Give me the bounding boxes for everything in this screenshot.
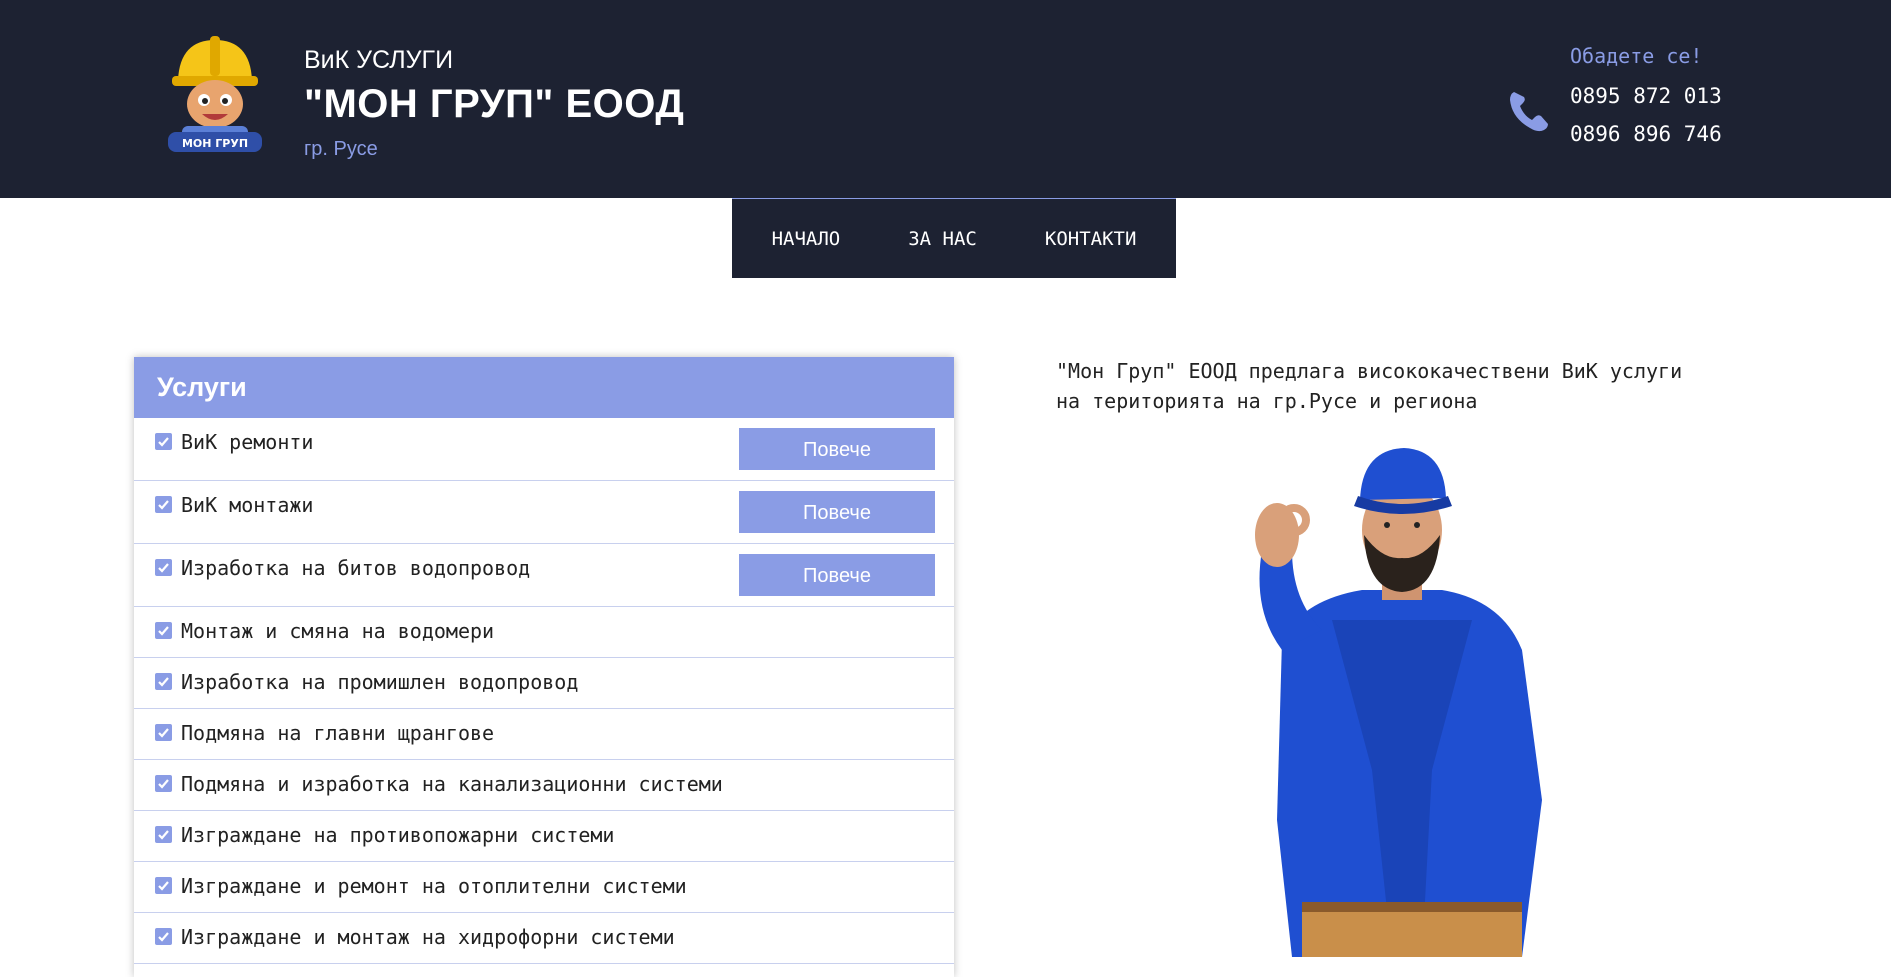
phone-icon	[1510, 92, 1548, 132]
checkbox-checked-icon	[155, 673, 172, 690]
checkbox-checked-icon	[155, 559, 172, 576]
nav-item-home[interactable]: НАЧАЛО	[738, 228, 875, 250]
main-nav: НАЧАЛО ЗА НАС КОНТАКТИ	[732, 198, 1176, 278]
phone-number-1[interactable]: 0895 872 013	[1570, 84, 1722, 108]
checkbox-checked-icon	[155, 724, 172, 741]
checkbox-checked-icon	[155, 928, 172, 945]
brand-city: гр. Русе	[304, 138, 378, 160]
brand-subtitle: ВиК УСЛУГИ	[304, 46, 454, 74]
service-row: Изграждане и монтаж на хидрофорни систем…	[134, 913, 954, 964]
checkbox-checked-icon	[155, 877, 172, 894]
checkbox-checked-icon	[155, 775, 172, 792]
plumber-image	[1255, 448, 1542, 957]
checkbox-checked-icon	[155, 496, 172, 513]
logo-text: МОН ГРУП	[182, 137, 248, 150]
site-header: МОН ГРУП ВиК УСЛУГИ "МОН ГРУП" ЕООД гр. …	[0, 0, 1891, 198]
nav-item-about[interactable]: ЗА НАС	[874, 228, 1011, 250]
more-button[interactable]: Повече	[739, 491, 935, 533]
service-row: Изработка на битов водопровод Повече	[134, 544, 954, 607]
service-label: Изграждане и монтаж на хидрофорни систем…	[181, 925, 675, 949]
more-button[interactable]: Повече	[739, 428, 935, 470]
service-label: Изграждане на противопожарни системи	[181, 823, 615, 847]
more-button[interactable]: Повече	[739, 554, 935, 596]
services-title: Услуги	[134, 357, 954, 418]
service-row: Подмяна и изработка на канализационни си…	[134, 760, 954, 811]
service-row: Подмяна на главни щрангове	[134, 709, 954, 760]
service-label: Изработка на битов водопровод	[181, 556, 531, 580]
checkbox-checked-icon	[155, 622, 172, 639]
service-label: ВиК ремонти	[181, 430, 314, 454]
service-row: ВиК ремонти Повече	[134, 418, 954, 481]
services-panel: Услуги ВиК ремонти Повече ВиК монтажи Повеч…	[134, 357, 954, 977]
service-row: Монтаж и смяна на водомери	[134, 607, 954, 658]
service-label: Монтаж и смяна на водомери	[181, 619, 495, 643]
service-label: Изграждане и ремонт на отоплителни систе…	[181, 874, 687, 898]
call-us-label: Обадете се!	[1570, 44, 1703, 68]
service-row: Изработка на промишлен водопровод	[134, 658, 954, 709]
service-label: Подмяна и изработка на канализационни си…	[181, 772, 723, 796]
service-label: Изработка на промишлен водопровод	[181, 670, 579, 694]
checkbox-checked-icon	[155, 826, 172, 843]
mascot-logo[interactable]: МОН ГРУП	[160, 32, 270, 162]
checkbox-checked-icon	[155, 433, 172, 450]
brand-title: "МОН ГРУП" ЕООД	[304, 82, 685, 126]
services-list: ВиК ремонти Повече ВиК монтажи Повече Израбо…	[134, 418, 954, 964]
phone-number-2[interactable]: 0896 896 746	[1570, 122, 1722, 146]
intro-text: "Мон Груп" ЕООД предлага висококачествен…	[1056, 359, 1683, 413]
service-row: ВиК монтажи Повече	[134, 481, 954, 544]
service-label: Подмяна на главни щрангове	[181, 721, 495, 745]
service-row: Изграждане на противопожарни системи	[134, 811, 954, 862]
service-label: ВиК монтажи	[181, 493, 314, 517]
nav-item-contacts[interactable]: КОНТАКТИ	[1011, 228, 1171, 250]
service-row: Изграждане и ремонт на отоплителни систе…	[134, 862, 954, 913]
